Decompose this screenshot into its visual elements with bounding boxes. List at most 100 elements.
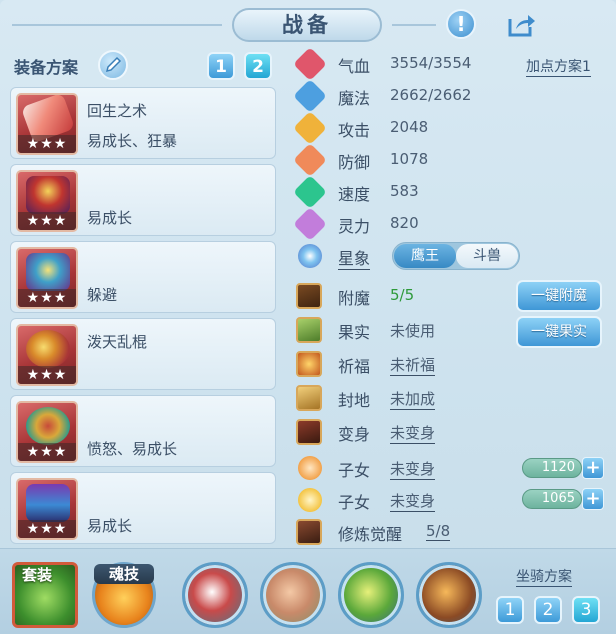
enhance-name: 修炼觉醒 [338,525,403,544]
stat-name: 灵力 [338,217,371,236]
edit-scheme-button[interactable] [98,50,128,80]
constellation-toggle[interactable]: 鹰王 斗兽 [392,242,520,270]
child-icon [298,456,322,480]
star-rating: ★★★ [18,366,76,384]
equipment-icon: ★★★ [16,170,78,232]
plus-icon: + [585,488,601,509]
fief-icon [296,385,322,411]
battle-prep-panel: 战备 ! 装备方案 1 2 ★★★ 回生之术 易成长、狂暴 ★★★ 易成长 ★★… [0,0,616,634]
equipment-traits: 易成长 [87,517,133,535]
constellation-label[interactable]: 星象 [338,245,371,270]
equipment-scheme-tab-2[interactable]: 2 [244,52,272,80]
stat-name: 防御 [338,153,371,172]
transform-icon [296,419,322,445]
equipment-icon: ★★★ [16,93,78,155]
stat-name: 气血 [338,57,371,76]
enhance-name: 子女 [338,461,371,480]
necklace-icon [26,330,70,368]
enhance-value[interactable]: 未变身 [390,458,436,480]
enhance-name: 封地 [338,391,371,410]
skill-ball-2[interactable] [260,562,326,628]
help-button[interactable]: ! [446,9,476,39]
header-divider-right [392,24,436,26]
enhance-name: 附魔 [338,289,371,308]
stat-row-attack: 攻击 2048 [293,111,596,145]
exclamation-icon: ! [456,12,466,36]
equipment-icon: ★★★ [16,401,78,463]
equipment-card[interactable]: ★★★ 泼天乱棍 [10,318,276,390]
star-icon [298,244,322,268]
star-rating: ★★★ [18,289,76,307]
constellation-option-eagle-king[interactable]: 鹰王 [394,244,456,268]
stat-row-hp: 气血 3554/3554 [293,47,596,81]
stat-row-defense: 防御 1078 [293,143,596,177]
enhance-value[interactable]: 未祈福 [390,354,436,376]
stat-name: 攻击 [338,121,371,140]
equipment-name: 回生之术 [87,102,148,120]
mount-scheme-tab-2[interactable]: 2 [534,596,562,624]
mount-scheme-tab-1[interactable]: 1 [496,596,524,624]
equipment-icon: ★★★ [16,478,78,540]
equipment-traits: 愤怒、易成长 [87,440,178,458]
stat-value: 2048 [390,118,429,136]
mount-scheme-label[interactable]: 坐骑方案 [516,566,572,587]
equipment-traits: 易成长 [87,209,133,227]
enhance-row-blessing: 祈福 未祈福 [296,350,596,378]
equipment-card[interactable]: ★★★ 躲避 [10,241,276,313]
enhance-name: 子女 [338,493,371,512]
equipment-card[interactable]: ★★★ 愤怒、易成长 [10,395,276,467]
sword-icon [293,111,327,145]
equipment-card[interactable]: ★★★ 易成长 [10,472,276,544]
enhance-name: 祈福 [338,357,371,376]
cultivation-icon [296,519,322,545]
child-1-value: 1120 [522,458,582,478]
fruit-icon [296,317,322,343]
armor-icon [26,176,70,214]
equipment-scheme-label: 装备方案 [14,58,79,77]
equipment-card[interactable]: ★★★ 回生之术 易成长、狂暴 [10,87,276,159]
stat-value: 3554/3554 [390,54,472,72]
constellation-option-beast[interactable]: 斗兽 [456,244,518,268]
stat-value: 1078 [390,150,429,168]
fruit-all-button[interactable]: 一键果实 [516,316,602,348]
mount-scheme-tab-3[interactable]: 3 [572,596,600,624]
pencil-icon [105,56,122,73]
stat-row-spirit: 灵力 820 [293,207,596,241]
belt-icon [26,407,70,445]
equipment-traits: 易成长、狂暴 [87,132,178,150]
equipment-scheme-tab-1[interactable]: 1 [207,52,235,80]
skill-ball-3[interactable] [338,562,404,628]
stat-name: 速度 [338,185,371,204]
mana-icon [293,79,327,113]
enhance-row-fief: 封地 未加成 [296,384,596,412]
enhance-value: 未使用 [390,322,436,340]
crown-icon [26,253,70,291]
child-2-add-button[interactable]: + [582,488,604,510]
child-1-add-button[interactable]: + [582,457,604,479]
star-rating: ★★★ [18,135,76,153]
stat-row-mp: 魔法 2662/2662 [293,79,596,113]
child-2-value: 1065 [522,489,582,509]
enhance-name: 果实 [338,323,371,342]
star-rating: ★★★ [18,443,76,461]
page-title: 战备 [232,8,382,42]
stat-name: 魔法 [338,89,371,108]
skill-ball-4[interactable] [416,562,482,628]
share-button[interactable] [506,9,536,39]
enhance-value[interactable]: 5/8 [426,522,451,541]
equipment-icon: ★★★ [16,324,78,386]
enchant-all-button[interactable]: 一键附魔 [516,280,602,312]
speed-icon [293,175,327,209]
skill-ball-1[interactable] [182,562,248,628]
stat-value: 820 [390,214,419,232]
boots-icon [26,484,70,522]
soul-skill-label: 魂技 [94,564,154,584]
enhance-value[interactable]: 未加成 [390,388,436,410]
child-icon [298,488,322,512]
enhance-value[interactable]: 未变身 [390,422,436,444]
set-label: 套装 [22,566,53,584]
equipment-card[interactable]: ★★★ 易成长 [10,164,276,236]
enhance-value[interactable]: 未变身 [390,490,436,512]
equipment-name: 泼天乱棍 [87,333,148,351]
spirit-icon [293,207,327,241]
